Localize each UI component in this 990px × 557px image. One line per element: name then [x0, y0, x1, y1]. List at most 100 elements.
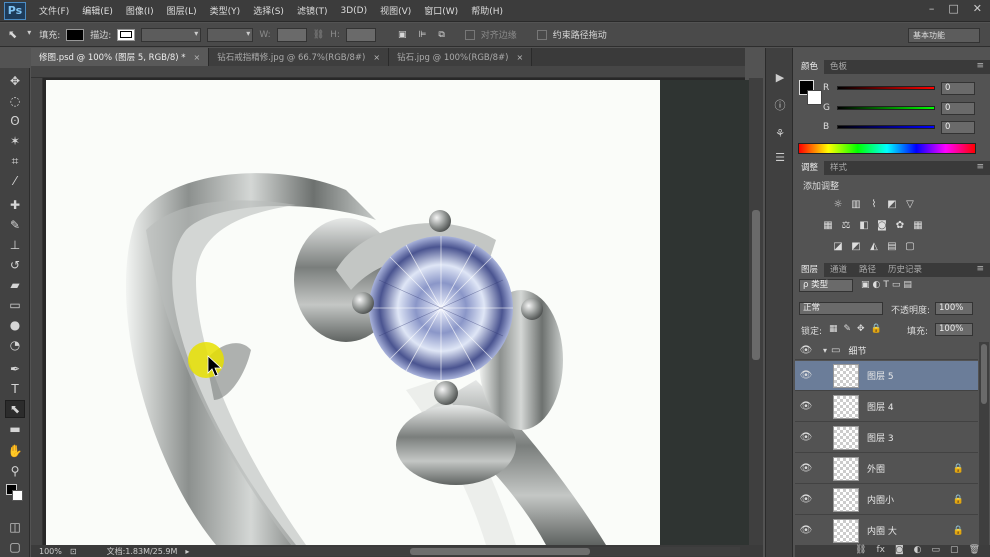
- color-lookup-icon[interactable]: ▦: [911, 219, 925, 231]
- menu-type[interactable]: 类型(Y): [210, 4, 241, 17]
- magic-wand-tool-icon[interactable]: ✶: [5, 132, 25, 150]
- menu-window[interactable]: 窗口(W): [424, 4, 458, 17]
- visibility-eye-icon[interactable]: 👁: [795, 494, 817, 505]
- close-icon[interactable]: ✕: [973, 2, 982, 15]
- new-adjustment-icon[interactable]: ◐: [914, 545, 922, 557]
- crop-tool-icon[interactable]: ⌗: [5, 152, 25, 170]
- layer-filter-dropdown[interactable]: ρ 类型: [799, 279, 853, 292]
- close-tab-icon[interactable]: ×: [194, 53, 201, 62]
- opacity-input[interactable]: 100%: [935, 302, 973, 315]
- path-align-icon[interactable]: ⊫: [418, 30, 426, 40]
- layer-row[interactable]: 👁 外圈 🔒: [795, 454, 978, 484]
- new-layer-icon[interactable]: ▢: [950, 545, 959, 557]
- menu-view[interactable]: 视图(V): [380, 4, 411, 17]
- info-icon[interactable]: ⓘ: [771, 96, 789, 114]
- delete-layer-icon[interactable]: 🗑: [969, 545, 980, 557]
- menu-edit[interactable]: 编辑(E): [82, 4, 113, 17]
- selective-color-icon[interactable]: ▢: [903, 240, 917, 252]
- blur-tool-icon[interactable]: ●: [5, 316, 25, 334]
- tab-doc-1[interactable]: 修图.psd @ 100% (图层 5, RGB/8) * ×: [31, 48, 210, 66]
- type-tool-icon[interactable]: T: [5, 380, 25, 398]
- posterize-icon[interactable]: ◩: [849, 240, 863, 252]
- play-icon[interactable]: ▶: [771, 68, 789, 86]
- path-select-tool-icon[interactable]: ⬉: [8, 28, 17, 41]
- link-layers-icon[interactable]: ⛓: [855, 545, 866, 557]
- tab-color[interactable]: 颜色: [795, 60, 825, 74]
- layer-row[interactable]: 👁 内圈小 🔒: [795, 485, 978, 515]
- workspace-dropdown[interactable]: 基本功能: [908, 28, 980, 43]
- fx-icon[interactable]: fx: [876, 545, 885, 557]
- panel-menu-icon[interactable]: ≡: [976, 61, 984, 71]
- color-swatches-icon[interactable]: [5, 484, 25, 502]
- background-color[interactable]: [807, 90, 822, 105]
- visibility-eye-icon[interactable]: 👁: [795, 525, 817, 536]
- tab-styles[interactable]: 样式: [824, 161, 853, 175]
- levels-icon[interactable]: ▥: [849, 198, 863, 210]
- stamp-tool-icon[interactable]: ⊥: [5, 236, 25, 254]
- path-ops-icon[interactable]: ▣: [398, 30, 407, 40]
- zoom-tool-icon[interactable]: ⚲: [5, 462, 25, 480]
- brightness-icon[interactable]: ☼: [831, 198, 845, 210]
- red-track[interactable]: [837, 86, 935, 90]
- tab-history[interactable]: 历史记录: [882, 263, 928, 277]
- height-input[interactable]: [345, 27, 376, 42]
- visibility-eye-icon[interactable]: 👁: [795, 432, 817, 443]
- new-group-icon[interactable]: ▭: [932, 545, 941, 557]
- fill-swatch[interactable]: [66, 28, 85, 41]
- tab-layers[interactable]: 图层: [795, 263, 825, 277]
- layers-scroll-thumb[interactable]: [981, 344, 987, 404]
- menu-file[interactable]: 文件(F): [39, 4, 69, 17]
- quick-mask-icon[interactable]: ◫: [5, 518, 25, 536]
- gradient-tool-icon[interactable]: ▭: [5, 296, 25, 314]
- stroke-swatch[interactable]: [117, 28, 136, 41]
- menu-layer[interactable]: 图层(L): [167, 4, 197, 17]
- shape-tool-icon[interactable]: ▬: [5, 420, 25, 438]
- close-tab-icon[interactable]: ×: [373, 53, 380, 62]
- channel-mixer-icon[interactable]: ✿: [893, 219, 907, 231]
- hand-tool-icon[interactable]: ✋: [5, 442, 25, 460]
- eyedropper-tool-icon[interactable]: ⁄: [5, 172, 25, 190]
- curves-icon[interactable]: ⌇: [867, 198, 881, 210]
- zoom-level[interactable]: 100%: [39, 547, 62, 556]
- stroke-type-dropdown[interactable]: [207, 27, 254, 42]
- color-spectrum[interactable]: [798, 143, 976, 154]
- blue-track[interactable]: [837, 125, 935, 129]
- tab-adjustments[interactable]: 调整: [795, 161, 825, 175]
- layer-group-row[interactable]: 👁 ▾ ▭ 细节: [795, 342, 978, 360]
- exposure-icon[interactable]: ◩: [885, 198, 899, 210]
- layer-filter-icons[interactable]: ▣◐T▭▤: [861, 280, 915, 290]
- slider-green[interactable]: G 0: [823, 101, 988, 115]
- maximize-icon[interactable]: □: [948, 2, 958, 15]
- tab-paths[interactable]: 路径: [853, 263, 882, 277]
- document-canvas[interactable]: [46, 80, 660, 545]
- layer-row[interactable]: 👁 图层 4: [795, 392, 978, 422]
- tab-doc-3[interactable]: 钻石.jpg @ 100%(RGB/8#) ×: [389, 48, 533, 66]
- horizontal-scroll-thumb[interactable]: [410, 548, 590, 555]
- status-export-icon[interactable]: ⊡: [70, 547, 77, 556]
- tab-swatches[interactable]: 色板: [824, 60, 853, 74]
- width-input[interactable]: [276, 27, 307, 42]
- menu-3d[interactable]: 3D(D): [340, 6, 367, 16]
- visibility-eye-icon[interactable]: 👁: [795, 370, 817, 381]
- green-value[interactable]: 0: [941, 101, 975, 115]
- healing-brush-tool-icon[interactable]: ✚: [5, 196, 25, 214]
- visibility-eye-icon[interactable]: 👁: [795, 401, 817, 412]
- tab-doc-2[interactable]: 钻石戒指精修.jpg @ 66.7%(RGB/8#) ×: [209, 48, 390, 66]
- color-balance-icon[interactable]: ⚖: [839, 219, 853, 231]
- fill-input[interactable]: 100%: [935, 323, 973, 336]
- black-white-icon[interactable]: ◧: [857, 219, 871, 231]
- menu-image[interactable]: 图像(I): [126, 4, 154, 17]
- minimize-icon[interactable]: –: [929, 2, 935, 15]
- layer-row[interactable]: 👁 内圈 大 🔒: [795, 516, 978, 546]
- invert-icon[interactable]: ◪: [831, 240, 845, 252]
- blue-value[interactable]: 0: [941, 120, 975, 134]
- visibility-eye-icon[interactable]: 👁: [795, 345, 817, 356]
- expand-arrow-icon[interactable]: ▾: [823, 346, 827, 355]
- panel-menu-icon[interactable]: ≡: [976, 162, 984, 172]
- tool-preset-dropdown[interactable]: [23, 28, 33, 42]
- align-edges-checkbox[interactable]: [464, 29, 475, 40]
- hue-saturation-icon[interactable]: ▦: [821, 219, 835, 231]
- panel-menu-icon[interactable]: ≡: [976, 264, 984, 274]
- dodge-tool-icon[interactable]: ◔: [5, 336, 25, 354]
- link-icon[interactable]: ⛓: [313, 30, 324, 40]
